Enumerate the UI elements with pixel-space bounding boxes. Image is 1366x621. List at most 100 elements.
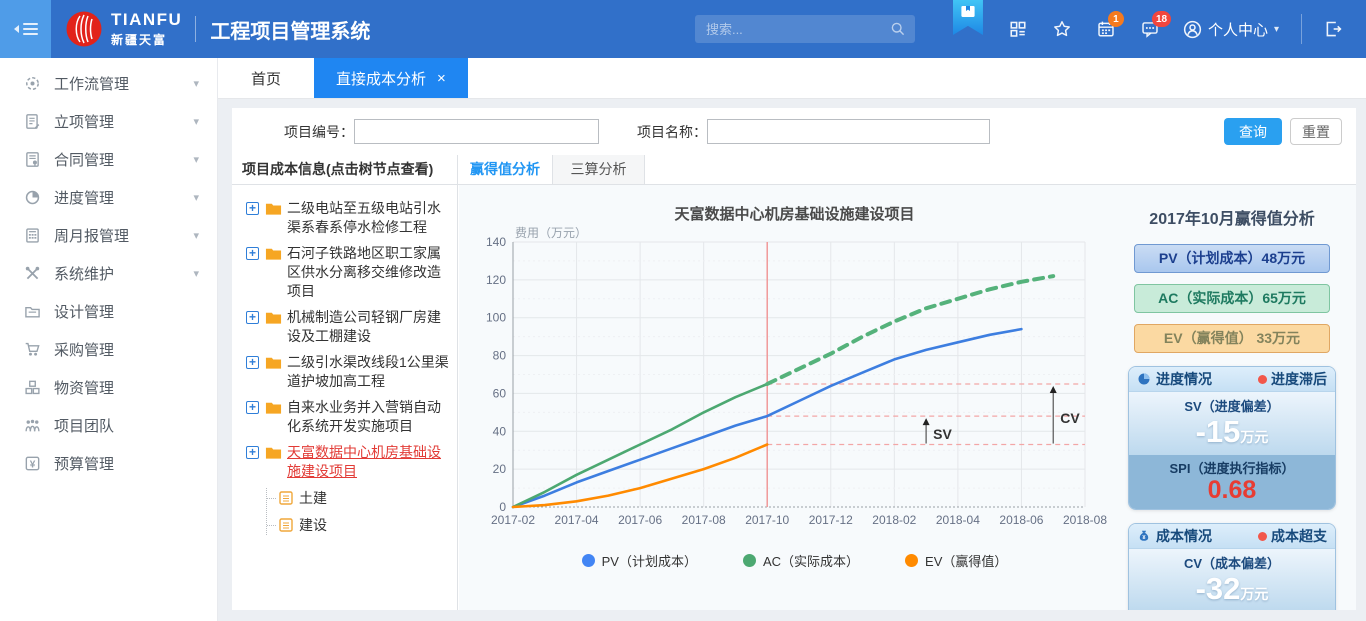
sidebar-item-label: 采购管理	[54, 339, 114, 360]
message-badge: 18	[1152, 11, 1171, 27]
brand-logo: TIANFU 新疆天富	[66, 11, 182, 48]
status-badge: 进度滞后	[1258, 369, 1327, 389]
tree-child-node[interactable]: 土建	[267, 488, 453, 508]
svg-text:120: 120	[486, 273, 506, 287]
tab-home[interactable]: 首页	[218, 58, 314, 98]
sidebar-nav: 工作流管理▾立项管理▾合同管理▾进度管理▾周月报管理▾系统维护▾设计管理采购管理…	[0, 58, 218, 621]
sidebar-item-material[interactable]: 物资管理	[0, 368, 217, 406]
svg-text:2017-08: 2017-08	[682, 513, 726, 527]
tree-node[interactable]: +自来水业务并入营销自动化系统开发实施项目	[246, 398, 453, 436]
sidebar-item-design[interactable]: 设计管理	[0, 292, 217, 330]
document-icon	[279, 518, 293, 532]
expand-icon[interactable]: +	[246, 401, 259, 414]
main-panel: 项目编号： 项目名称： 查询 重置 项目成本信息(点击树节点查看) 赢得值分析三…	[232, 108, 1356, 610]
folder-icon	[265, 202, 282, 216]
search-icon[interactable]	[890, 21, 906, 37]
close-tab-icon[interactable]: ×	[437, 71, 446, 86]
messages-icon[interactable]: 18	[1141, 20, 1159, 38]
tree-node[interactable]: +机械制造公司轻钢厂房建设及工棚建设	[246, 308, 453, 346]
card-title: 成本情况	[1156, 526, 1212, 546]
bookmark-icon[interactable]	[953, 0, 983, 35]
expand-icon[interactable]: +	[246, 202, 259, 215]
book-glyph-icon	[960, 5, 976, 19]
tree-node[interactable]: + 二级电站至五级电站引水渠系春系停水检修工程	[246, 199, 453, 237]
metric-value: -15万元	[1129, 415, 1335, 449]
tab-three-calc-analysis[interactable]: 三算分析	[553, 155, 645, 184]
tree-child-node[interactable]: 建设	[267, 515, 453, 535]
chevron-down-icon: ▾	[193, 153, 199, 166]
favorite-star-icon[interactable]	[1053, 20, 1071, 38]
app-title: 工程项目管理系统	[210, 15, 370, 44]
svg-text:费用（万元）: 费用（万元）	[515, 226, 587, 240]
search-box[interactable]	[695, 15, 915, 43]
report-icon	[24, 227, 41, 244]
tree-panel-title: 项目成本信息(点击树节点查看)	[232, 155, 458, 184]
metric-label: CV（成本偏差）	[1129, 553, 1335, 572]
folder-icon	[265, 311, 282, 325]
sidebar-item-purchase[interactable]: 采购管理	[0, 330, 217, 368]
budget-icon: ¥	[24, 455, 41, 472]
sidebar-item-label: 系统维护	[54, 263, 114, 284]
status-badge: 成本超支	[1258, 526, 1327, 546]
project-tree: + 二级电站至五级电站引水渠系春系停水检修工程 +石河子铁路地区职工家属区供水分离移…	[232, 185, 458, 610]
tab-label: 直接成本分析	[336, 68, 426, 89]
sidebar-item-label: 工作流管理	[54, 73, 129, 94]
sidebar-item-label: 周月报管理	[54, 225, 129, 246]
tab-earned-value-analysis[interactable]: 赢得值分析	[458, 155, 553, 184]
legend-item: EV（赢得值）	[905, 551, 1007, 570]
tree-children: 土建建设	[266, 488, 453, 535]
sidebar-collapse-button[interactable]	[0, 0, 51, 58]
sidebar-item-maintenance[interactable]: 系统维护▾	[0, 254, 217, 292]
search-button[interactable]: 查询	[1224, 118, 1282, 145]
expand-icon[interactable]: +	[246, 311, 259, 324]
tab-bar: 首页 直接成本分析 ×	[218, 58, 1366, 99]
sidebar-item-workflow[interactable]: 工作流管理▾	[0, 64, 217, 102]
svg-text:SV: SV	[933, 426, 952, 442]
project-name-input[interactable]	[707, 119, 990, 144]
sidebar-item-contract[interactable]: 合同管理 ▾	[0, 140, 217, 178]
tree-node[interactable]: +天富数据中心机房基础设施建设项目	[246, 443, 453, 481]
project-icon	[24, 113, 41, 130]
sidebar-item-report[interactable]: 周月报管理▾	[0, 216, 217, 254]
svg-text:140: 140	[486, 235, 506, 249]
sidebar-item-label: 设计管理	[54, 301, 114, 322]
red-dot-icon	[1258, 532, 1267, 541]
user-menu[interactable]: 个人中心 ▾	[1183, 19, 1279, 40]
pie-chart-icon	[1137, 372, 1151, 386]
metric-label: SV（进度偏差）	[1129, 396, 1335, 415]
calendar-icon[interactable]: 1	[1097, 20, 1115, 38]
maintenance-icon	[24, 265, 41, 282]
red-dot-icon	[1258, 375, 1267, 384]
sidebar-item-budget[interactable]: ¥预算管理	[0, 444, 217, 482]
sidebar-item-label: 合同管理	[54, 149, 114, 170]
money-bag-icon: ¥	[1137, 529, 1151, 543]
collapse-arrow-icon	[14, 25, 19, 33]
metric-pills: PV（计划成本）48万元AC（实际成本）65万元EV（赢得值） 33万元	[1116, 244, 1348, 353]
menu-bars-icon	[23, 20, 38, 38]
tree-node-label: 二级电站至五级电站引水渠系春系停水检修工程	[287, 199, 453, 237]
progress-icon	[24, 189, 41, 206]
project-no-input[interactable]	[354, 119, 599, 144]
tab-direct-cost-analysis[interactable]: 直接成本分析 ×	[314, 58, 468, 98]
logout-icon[interactable]	[1324, 20, 1342, 38]
expand-icon[interactable]: +	[246, 356, 259, 369]
search-input[interactable]	[695, 22, 890, 37]
expand-icon[interactable]: +	[246, 247, 259, 260]
tree-node[interactable]: +石河子铁路地区职工家属区供水分离移交维修改造项目	[246, 244, 453, 301]
chevron-down-icon: ▾	[193, 115, 199, 128]
svg-text:80: 80	[493, 349, 507, 363]
expand-icon[interactable]: +	[246, 446, 259, 459]
sidebar-item-team[interactable]: 项目团队	[0, 406, 217, 444]
svg-text:2018-02: 2018-02	[872, 513, 916, 527]
reset-button[interactable]: 重置	[1290, 118, 1342, 145]
calendar-badge: 1	[1108, 11, 1124, 27]
app-root: TIANFU 新疆天富 工程项目管理系统 1	[0, 0, 1366, 621]
project-name-label: 项目名称：	[637, 122, 707, 142]
apps-grid-icon[interactable]	[1009, 20, 1027, 38]
sidebar-item-project[interactable]: 立项管理▾	[0, 102, 217, 140]
legend-item: PV（计划成本）	[582, 551, 697, 570]
svg-text:40: 40	[493, 424, 507, 438]
tree-node[interactable]: +二级引水渠改线段1公里渠道护坡加高工程	[246, 353, 453, 391]
sidebar-item-progress[interactable]: 进度管理▾	[0, 178, 217, 216]
card-title: 进度情况	[1156, 369, 1212, 389]
